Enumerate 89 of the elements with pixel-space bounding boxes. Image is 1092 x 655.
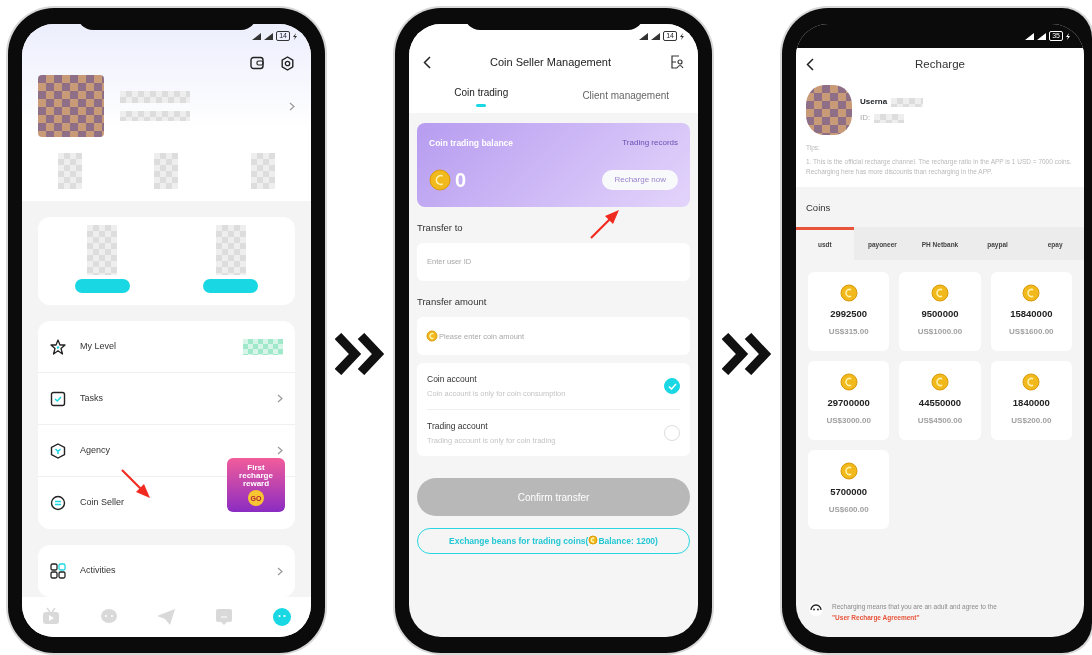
package-price: US$315.00 xyxy=(828,326,869,339)
blurred-wallet-item xyxy=(87,225,118,275)
blurred-avatar xyxy=(38,75,104,137)
charging-icon xyxy=(1066,32,1070,40)
blurred-name xyxy=(120,91,190,103)
coin-icon xyxy=(931,372,949,391)
coin-icon xyxy=(429,169,451,192)
promo-title: First recharge reward xyxy=(238,464,274,488)
blurred-level-badge xyxy=(243,338,283,355)
coin-icon xyxy=(588,535,599,545)
back-icon[interactable] xyxy=(423,55,431,69)
blurred-action-button[interactable] xyxy=(74,279,130,293)
coin-icon xyxy=(839,372,858,391)
coin-package-card[interactable]: 15840000 US$1600.00 xyxy=(990,271,1072,351)
id-label: ID: xyxy=(860,112,871,125)
wallet-icon[interactable] xyxy=(250,56,264,70)
menu-item[interactable]: My Level xyxy=(80,339,116,354)
checkmark-icon xyxy=(667,382,677,390)
exchange-icon xyxy=(50,495,66,511)
package-price: US$3000.00 xyxy=(826,415,871,428)
support-icon[interactable] xyxy=(808,600,824,617)
username-label: Userna xyxy=(860,96,888,109)
menu-item[interactable]: Activities xyxy=(80,564,116,578)
coin-amount: 9500000 xyxy=(921,306,959,321)
send-icon[interactable] xyxy=(156,607,177,627)
field-label: Transfer amount xyxy=(417,294,488,309)
coin-package-card[interactable]: 1840000 US$200.00 xyxy=(990,360,1072,440)
menu-item[interactable]: Tasks xyxy=(80,391,103,406)
chevron-right-icon xyxy=(289,101,295,111)
double-chevron-icon xyxy=(722,333,772,375)
face-icon[interactable] xyxy=(272,607,293,627)
package-price: US$200.00 xyxy=(1011,415,1052,428)
menu-item[interactable]: Coin Seller xyxy=(80,496,125,510)
package-price: US$4500.00 xyxy=(917,415,963,428)
blurred-wallet-item xyxy=(215,225,246,275)
screen-title: Recharge xyxy=(914,57,966,72)
blurred-stat xyxy=(250,153,275,189)
coin-package-card[interactable]: 44550000 US$4500.00 xyxy=(899,360,981,440)
coin-amount: 15840000 xyxy=(1010,306,1053,321)
hexagon-icon xyxy=(50,442,66,459)
radio-button[interactable] xyxy=(664,378,680,394)
back-icon[interactable] xyxy=(806,58,814,72)
screen-title: Coin Seller Management xyxy=(489,55,612,70)
balance-amount: 0 xyxy=(455,168,467,194)
blurred-username xyxy=(891,97,924,107)
message-icon[interactable] xyxy=(214,607,235,627)
coin-icon xyxy=(839,461,858,480)
section-heading: Coins xyxy=(805,200,832,215)
coin-amount: 1840000 xyxy=(1012,395,1050,410)
coin-package-card[interactable]: 29700000 US$3000.00 xyxy=(808,360,890,440)
charging-icon xyxy=(680,32,684,40)
coin-amount: 2992500 xyxy=(830,306,868,321)
radio-button[interactable] xyxy=(664,425,680,441)
blurred-user-id xyxy=(874,113,905,123)
field-label: Transfer to xyxy=(417,220,464,235)
coin-icon xyxy=(931,283,949,302)
coin-amount: 5700000 xyxy=(830,484,868,499)
grid-icon xyxy=(50,563,66,579)
coin-package-card[interactable]: 2992500 US$315.00 xyxy=(808,271,890,351)
charging-icon xyxy=(293,32,297,40)
coin-icon xyxy=(426,330,438,342)
coin-amount: 29700000 xyxy=(827,395,870,410)
package-price: US$600.00 xyxy=(828,504,869,517)
blurred-action-button[interactable] xyxy=(203,279,259,293)
coin-icon xyxy=(839,283,858,302)
blurred-user-id xyxy=(120,111,190,121)
tv-icon[interactable] xyxy=(40,607,61,627)
blurred-stat xyxy=(154,153,179,189)
coin-amount: 44550000 xyxy=(918,395,962,410)
checkbox-icon xyxy=(50,390,66,407)
blurred-avatar xyxy=(806,85,852,136)
package-price: US$1600.00 xyxy=(1009,326,1054,339)
blurred-stat xyxy=(58,153,83,189)
coin-icon xyxy=(1022,283,1041,302)
tab[interactable]: Client management xyxy=(553,80,698,113)
balance-label: Coin trading balance xyxy=(429,136,514,150)
settings-icon[interactable] xyxy=(280,56,295,71)
coin-package-card[interactable]: 5700000 US$600.00 xyxy=(808,449,890,529)
menu-item[interactable]: Agency xyxy=(80,443,111,458)
trading-records-link[interactable]: Trading records xyxy=(622,136,678,149)
double-chevron-icon xyxy=(335,333,385,375)
package-price: US$1000.00 xyxy=(917,326,963,339)
user-list-icon[interactable] xyxy=(670,55,684,70)
coin-package-card[interactable]: 9500000 US$1000.00 xyxy=(899,271,981,351)
account-title: Coin account xyxy=(427,373,478,386)
tab[interactable]: Coin trading xyxy=(409,80,554,113)
coin-icon xyxy=(1022,372,1041,391)
star-icon xyxy=(50,338,66,355)
account-title: Trading account xyxy=(427,420,489,433)
